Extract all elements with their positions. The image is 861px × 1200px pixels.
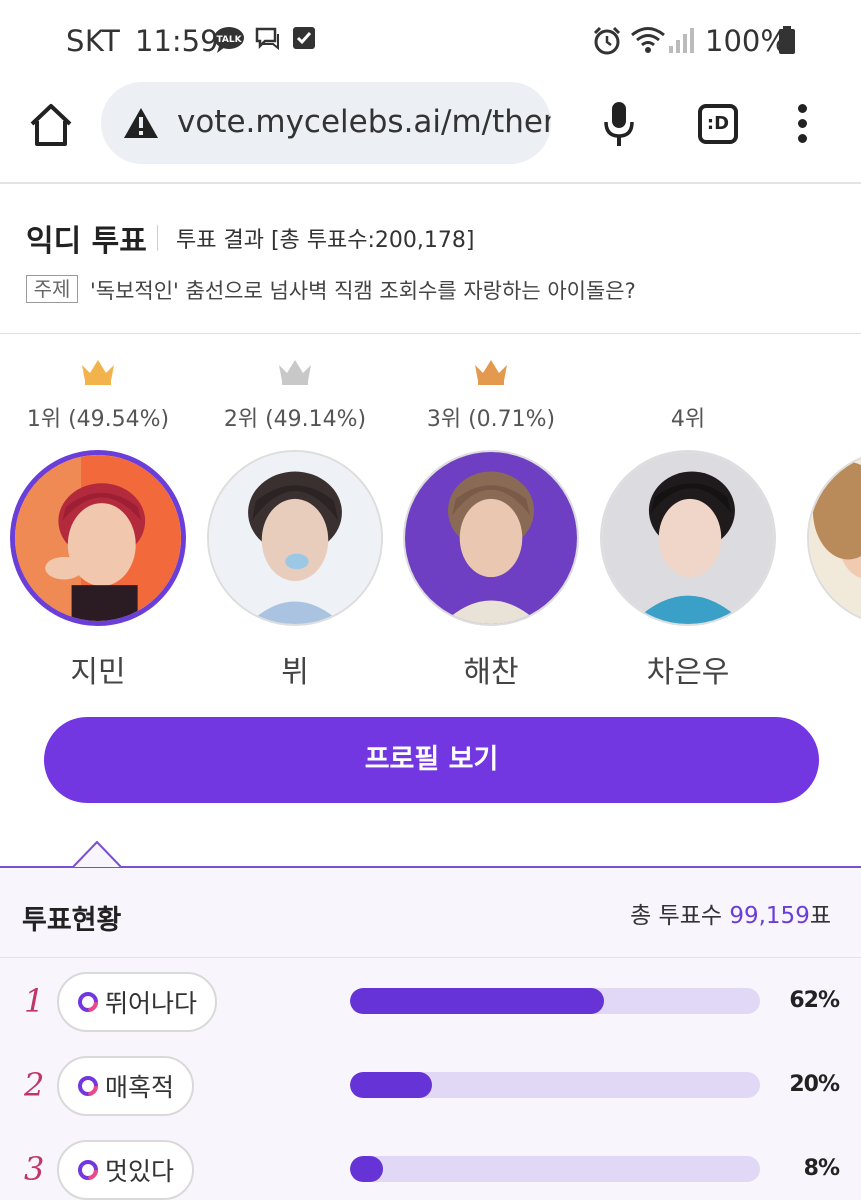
candidate-photo[interactable] <box>600 450 776 626</box>
panel-pointer <box>73 841 121 867</box>
candidate-name: 뷔 <box>281 655 309 690</box>
progress-fill <box>350 988 605 1014</box>
candidate-photo[interactable] <box>10 450 186 626</box>
bronze-crown-icon <box>475 360 507 385</box>
vote-status-row: 1 뛰어나다 62% <box>0 972 861 1042</box>
total-votes-label: 총 투표수 <box>630 903 723 929</box>
panel-divider <box>0 957 861 958</box>
progress-fill <box>350 1072 432 1098</box>
keyword-logo-icon <box>78 1160 98 1180</box>
extension-button[interactable]: :D <box>698 104 738 144</box>
candidate-card-3[interactable]: 3위 (0.71%) 해찬 <box>393 355 589 695</box>
wifi-icon <box>631 27 665 53</box>
candidate-card-2[interactable]: 2위 (49.14%) 뷔 <box>197 355 393 695</box>
battery-percent: 100% <box>705 24 788 58</box>
warning-icon[interactable] <box>123 106 159 140</box>
candidate-name: 차은우 <box>646 655 730 690</box>
home-icon[interactable] <box>28 102 74 148</box>
address-bar[interactable]: vote.mycelebs.ai/m/ther <box>101 82 551 164</box>
row-rank: 2 <box>24 1066 45 1104</box>
candidate-rank: 3위 (0.71%) <box>426 407 556 432</box>
carrier-label: SKT <box>66 24 121 58</box>
view-profile-button[interactable]: 프로필 보기 <box>44 717 819 803</box>
row-rank: 1 <box>24 982 45 1020</box>
kakaotalk-icon: TALK <box>214 27 244 53</box>
browser-toolbar: vote.mycelebs.ai/m/ther :D <box>0 80 861 180</box>
keyword-label: 뛰어나다 <box>105 989 198 1018</box>
progress-bar <box>350 1072 760 1098</box>
gold-crown-icon <box>82 360 114 385</box>
microphone-icon[interactable] <box>602 100 636 148</box>
topic-tag: 주제 <box>26 275 78 303</box>
candidate-photo[interactable] <box>207 450 383 626</box>
vote-status-row: 2 매혹적 20% <box>0 1056 861 1126</box>
row-percent: 20% <box>789 1072 840 1097</box>
checkbox-icon <box>293 27 315 49</box>
row-percent: 62% <box>789 988 840 1013</box>
candidate-card-4[interactable]: 4위 차은우 <box>590 355 786 695</box>
candidate-card-1[interactable]: 1위 (49.54%) 지민 <box>0 355 196 695</box>
silver-crown-icon <box>279 360 311 385</box>
keyword-logo-icon <box>78 992 98 1012</box>
vote-status-panel: 투표현황 총 투표수 99,159표 1 뛰어나다 62% 2 매혹적 20% … <box>0 866 861 1200</box>
alarm-icon <box>593 26 621 55</box>
url-text: vote.mycelebs.ai/m/ther <box>177 104 551 140</box>
keyword-chip[interactable]: 멋있다 <box>57 1140 195 1200</box>
progress-bar <box>350 1156 760 1182</box>
signal-icon <box>669 28 694 53</box>
title-separator <box>157 225 158 251</box>
candidate-name: 해찬 <box>463 655 519 690</box>
keyword-label: 멋있다 <box>105 1157 175 1186</box>
candidate-rank: 4위 <box>670 407 706 432</box>
total-votes-unit: 표 <box>809 903 831 929</box>
vote-status-title: 투표현황 <box>22 905 122 936</box>
progress-bar <box>350 988 760 1014</box>
clock: 11:59 <box>135 24 219 58</box>
row-percent: 8% <box>803 1156 840 1181</box>
section-divider <box>0 333 861 334</box>
battery-icon <box>779 26 795 54</box>
total-votes: 총 투표수 99,159표 <box>630 896 831 930</box>
candidate-photo[interactable] <box>807 450 861 626</box>
keyword-chip[interactable]: 매혹적 <box>57 1056 195 1116</box>
vote-result-summary: 투표 결과 [총 투표수:200,178] <box>176 228 475 253</box>
more-menu-icon[interactable] <box>796 104 808 146</box>
message-icon <box>255 27 279 51</box>
total-votes-value: 99,159 <box>729 903 810 929</box>
candidate-rank: 2위 (49.14%) <box>223 407 367 432</box>
row-rank: 3 <box>24 1150 45 1188</box>
progress-fill <box>350 1156 383 1182</box>
keyword-logo-icon <box>78 1076 98 1096</box>
status-bar: SKT 11:59 TALK 100% <box>0 0 861 80</box>
toolbar-divider <box>0 182 861 184</box>
keyword-chip[interactable]: 뛰어나다 <box>57 972 218 1032</box>
candidate-rank: 1위 (49.54%) <box>26 407 170 432</box>
keyword-label: 매혹적 <box>105 1073 175 1102</box>
candidate-name: 지민 <box>70 655 126 690</box>
topic-text: '독보적인' 춤선으로 넘사벽 직캠 조회수를 자랑하는 아이돌은? <box>90 279 636 303</box>
vote-status-row: 3 멋있다 8% <box>0 1140 861 1200</box>
page-title: 익디 투표 <box>26 224 147 259</box>
candidate-photo[interactable] <box>403 450 579 626</box>
candidate-card-5-partial[interactable] <box>787 355 861 695</box>
svg-text:TALK: TALK <box>216 35 242 45</box>
